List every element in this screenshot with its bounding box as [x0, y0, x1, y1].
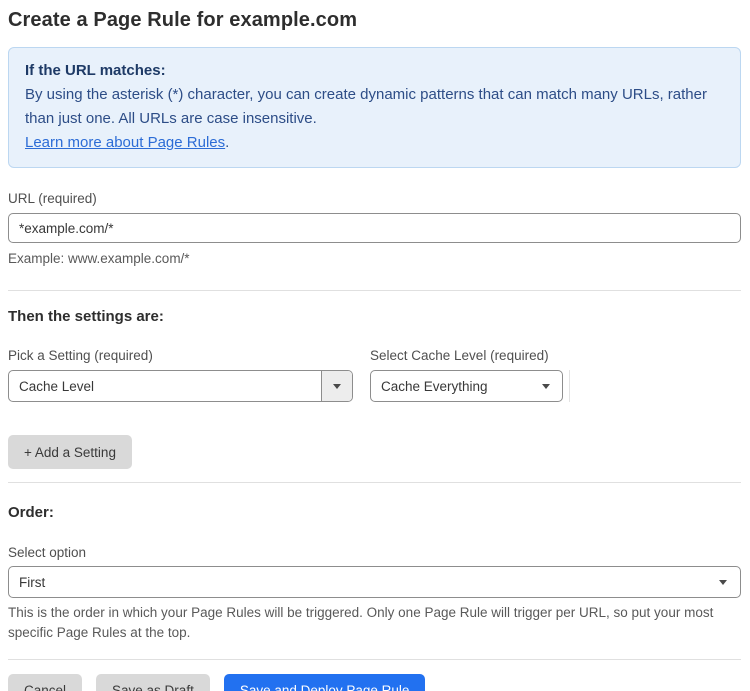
divider: [8, 659, 741, 660]
order-select-label: Select option: [8, 545, 87, 560]
pick-setting-label: Pick a Setting (required): [8, 348, 153, 363]
settings-section-heading: Then the settings are:: [8, 308, 164, 325]
info-box-link-line: Learn more about Page Rules.: [25, 131, 724, 155]
pick-setting-value: Cache Level: [19, 378, 95, 394]
url-match-info-box: If the URL matches: By using the asteris…: [8, 47, 741, 168]
save-and-deploy-button[interactable]: Save and Deploy Page Rule: [223, 674, 426, 691]
info-box-heading: If the URL matches:: [25, 62, 166, 79]
page-rule-form: Create a Page Rule for example.com If th…: [0, 0, 750, 691]
divider: [8, 482, 741, 483]
cancel-button[interactable]: Cancel: [8, 674, 83, 691]
link-period: .: [225, 134, 230, 151]
setting-row-divider: [569, 370, 570, 402]
footer-button-bar: Cancel Save as Draft Save and Deploy Pag…: [8, 674, 741, 691]
settings-labels-row: Pick a Setting (required) Select Cache L…: [8, 348, 741, 363]
page-title: Create a Page Rule for example.com: [8, 9, 358, 31]
url-helper-text: Example: www.example.com/*: [8, 251, 190, 266]
learn-more-link[interactable]: Learn more about Page Rules: [25, 134, 225, 151]
settings-selects-row: Cache Level Cache Everything: [8, 370, 741, 402]
cache-level-select[interactable]: Cache Everything: [370, 370, 563, 402]
order-section-heading: Order:: [8, 504, 54, 521]
info-box-body: By using the asterisk (*) character, you…: [25, 86, 707, 127]
order-select-value: First: [19, 574, 46, 590]
cache-level-label: Select Cache Level (required): [370, 348, 549, 363]
url-input[interactable]: [8, 213, 741, 243]
chevron-down-segment[interactable]: [321, 371, 352, 401]
chevron-down-icon: [333, 383, 341, 389]
save-as-draft-button[interactable]: Save as Draft: [96, 674, 210, 691]
chevron-down-icon: [542, 383, 550, 389]
chevron-down-icon: [719, 579, 727, 585]
divider: [8, 290, 741, 291]
order-helper-text: This is the order in which your Page Rul…: [8, 605, 714, 640]
url-field-label: URL (required): [8, 191, 97, 206]
cache-level-value: Cache Everything: [381, 378, 488, 394]
pick-setting-select[interactable]: Cache Level: [8, 370, 353, 402]
order-select[interactable]: First: [8, 566, 741, 598]
add-setting-button[interactable]: + Add a Setting: [8, 435, 132, 469]
